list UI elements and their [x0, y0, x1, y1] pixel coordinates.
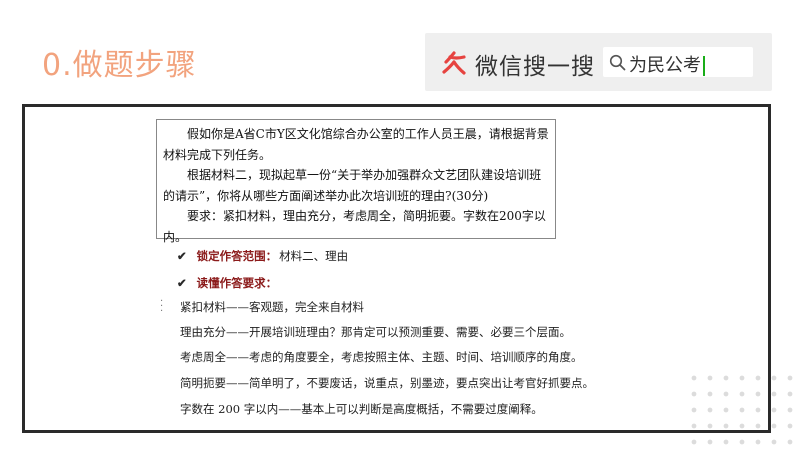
wechat-search-icon [442, 51, 466, 75]
question-paragraph: 根据材料二，现拟起草一份“关于举办加强群众文艺团队建设培训班的请示”，你将从哪些… [163, 168, 542, 203]
question-box: 假如你是A省C市Y区文化馆综合办公室的工作人员王晨，请根据背景材料完成下列任务。… [156, 119, 556, 244]
decorative-dot-grid [691, 375, 793, 445]
check-item-scope: ✔ 锁定作答范围： 材料二、理由 [177, 248, 348, 264]
check-label: 读懂作答要求： [196, 276, 278, 290]
check-label: 锁定作答范围： [196, 249, 278, 263]
page-title: 0.做题步骤 [42, 48, 197, 83]
question-paragraph: 要求：紧扣材料，理由充分，考虑周全，简明扼要。字数在200字以内。 [163, 209, 546, 244]
requirement-line: 字数在 200 字以内——基本上可以判断是高度概括，不需要过度阐释。 [180, 402, 543, 416]
search-icon [609, 54, 626, 71]
text-caret [703, 56, 705, 76]
requirement-line: 紧扣材料——客观题，完全来自材料 [180, 300, 364, 314]
question-paragraph: 假如你是A省C市Y区文化馆综合办公室的工作人员王晨，请根据背景材料完成下列任务。 [163, 127, 549, 162]
document-frame: 假如你是A省C市Y区文化馆综合办公室的工作人员王晨，请根据背景材料完成下列任务。… [22, 104, 771, 433]
search-query: 为民公考 [629, 55, 701, 76]
search-box[interactable]: 为民公考 [603, 47, 753, 77]
check-icon: ✔ [177, 249, 187, 263]
bullet-dots: · · · [160, 296, 164, 317]
check-item-requirements: ✔ 读懂作答要求： [177, 275, 277, 291]
check-icon: ✔ [177, 276, 187, 290]
check-value: 材料二、理由 [279, 249, 349, 263]
search-input[interactable]: 为民公考 [629, 51, 705, 77]
requirement-line: 简明扼要——简单明了，不要废话，说重点，别墨迹，要点突出让考官好抓要点。 [180, 376, 594, 390]
requirement-line: 考虑周全——考虑的角度要全，考虑按照主体、主题、时间、培训顺序的角度。 [180, 350, 583, 364]
requirement-line: 理由充分——开展培训班理由？那肯定可以预测重要、需要、必要三个层面。 [180, 325, 571, 339]
search-brand: 微信搜一搜 [475, 54, 595, 80]
search-panel: 微信搜一搜 为民公考 [425, 33, 772, 91]
